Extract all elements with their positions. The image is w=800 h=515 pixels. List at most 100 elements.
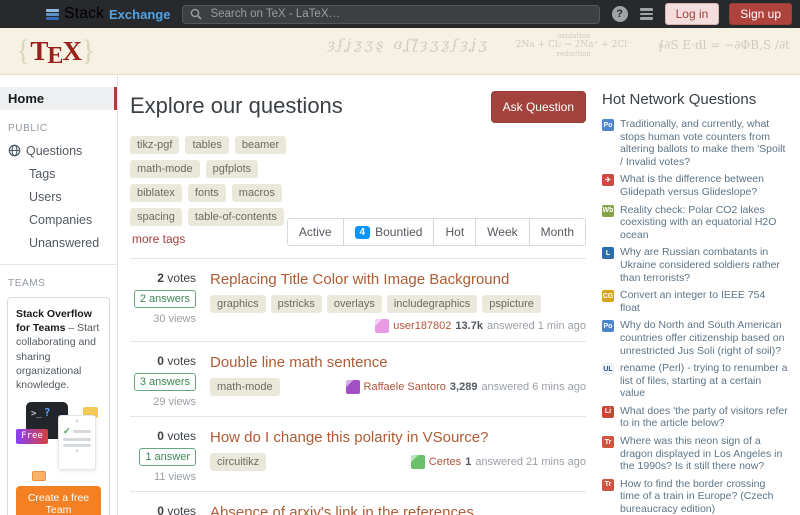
site-header: { T E X } ȝʄʝƺʒȿ ɞʆƪȝʒƺʄȝʝʒ oxidation 2N… <box>0 28 800 75</box>
sidebar-item-home[interactable]: Home <box>0 87 117 110</box>
question-user: Raffaele Santoro 3,289 answered 6 mins a… <box>346 380 586 394</box>
politics-icon: Po <box>602 320 614 332</box>
sidebar-item-companies[interactable]: Companies <box>0 208 117 231</box>
question-row: 0 votes 3 answers 29 views Double line m… <box>130 342 586 417</box>
law-icon: L <box>602 247 614 259</box>
hot-question-item[interactable]: UL rename (Perl) - trying to renumber a … <box>602 362 788 400</box>
tag-pill[interactable]: biblatex <box>130 184 182 202</box>
tab-week[interactable]: Week <box>475 219 528 245</box>
logo-letter-t: T <box>30 38 47 65</box>
hot-question-link[interactable]: Why do North and South American countrie… <box>620 319 788 357</box>
signup-button[interactable]: Sign up <box>729 3 792 25</box>
hot-question-link[interactable]: How to find the border crossing time of … <box>620 478 788 515</box>
view-count: 11 views <box>154 471 196 483</box>
question-user: user187802 13.7k answered 1 min ago <box>375 319 586 333</box>
teams-illustration: >_? Free ▲ ✓ ▼ <box>16 400 101 482</box>
ask-question-button[interactable]: Ask Question <box>491 91 586 123</box>
username-link[interactable]: user187802 <box>393 320 451 332</box>
tag-pill[interactable]: table-of-contents <box>188 208 284 226</box>
tag-pill[interactable]: pstricks <box>271 295 322 313</box>
sidebar-divider <box>0 264 117 265</box>
free-badge: Free <box>16 429 48 444</box>
tag-pill[interactable]: spacing <box>130 208 182 226</box>
site-switcher-icon[interactable] <box>638 6 655 22</box>
tex-logo[interactable]: { T E X } <box>16 36 95 66</box>
hot-question-link[interactable]: Convert an integer to IEEE 754 float <box>620 289 788 314</box>
tag-pill[interactable]: math-mode <box>210 378 280 396</box>
more-tags-link[interactable]: more tags <box>132 232 185 246</box>
tag-pill[interactable]: overlays <box>327 295 382 313</box>
tag-pill[interactable]: macros <box>232 184 282 202</box>
sidebar-item-unanswered[interactable]: Unanswered <box>0 231 117 254</box>
search-bar[interactable] <box>182 5 599 24</box>
hot-question-item[interactable]: Tr How to find the border crossing time … <box>602 478 788 515</box>
tag-pill[interactable]: beamer <box>235 136 286 154</box>
tab-active[interactable]: Active <box>288 219 343 245</box>
tag-pill[interactable]: fonts <box>188 184 226 202</box>
user-reputation: 3,289 <box>450 381 478 393</box>
question-row: 2 votes 2 answers 30 views Replacing Tit… <box>130 259 586 342</box>
hot-question-link[interactable]: Traditionally, and currently, what stops… <box>620 118 788 168</box>
tag-pill[interactable]: circuitikz <box>210 453 266 471</box>
create-team-button[interactable]: Create a free Team <box>16 486 101 515</box>
username-link[interactable]: Certes <box>429 456 461 468</box>
question-title-link[interactable]: Absence of arxiv's link in the reference… <box>210 504 586 515</box>
hot-question-item[interactable]: CG Convert an integer to IEEE 754 float <box>602 289 788 314</box>
tag-pill[interactable]: tables <box>185 136 228 154</box>
tag-pill[interactable]: graphics <box>210 295 266 313</box>
search-input[interactable] <box>208 7 591 21</box>
logo-letter-x: X <box>62 38 81 65</box>
question-filter-tabs: Active 4Bountied Hot Week Month <box>287 218 586 246</box>
tag-pill[interactable]: tikz-pgf <box>130 136 179 154</box>
logo-text-exchange: Exchange <box>109 7 170 22</box>
stackexchange-logo[interactable]: Stack Exchange <box>46 5 170 23</box>
tag-pill[interactable]: math-mode <box>130 160 200 178</box>
hot-question-item[interactable]: Tr Where was this neon sign of a dragon … <box>602 435 788 473</box>
hot-network-questions: Hot Network Questions Po Traditionally, … <box>600 75 800 515</box>
watermark-chemical-equation: 2Na + Cl₂ → 2Na⁺ + 2Cl⁻ <box>516 40 632 50</box>
question-stats: 0 votes 3 answers 29 views <box>130 354 210 408</box>
question-list: 2 votes 2 answers 30 views Replacing Tit… <box>130 258 586 515</box>
tab-month[interactable]: Month <box>529 219 585 245</box>
hot-question-link[interactable]: Where was this neon sign of a dragon dis… <box>620 435 788 473</box>
tag-pill[interactable]: includegraphics <box>387 295 477 313</box>
username-link[interactable]: Raffaele Santoro <box>364 381 446 393</box>
hot-question-item[interactable]: ✈ What is the difference between Glidepa… <box>602 173 788 198</box>
hot-question-link[interactable]: What does 'the party of visitors refer t… <box>620 405 788 430</box>
sidebar-item-questions[interactable]: Questions <box>0 139 117 162</box>
tag-pill[interactable]: pgfplots <box>206 160 259 178</box>
tab-bountied[interactable]: 4Bountied <box>343 219 434 245</box>
logo-brace-right: } <box>81 36 95 66</box>
question-title-link[interactable]: How do I change this polarity in VSource… <box>210 429 586 446</box>
hot-question-link[interactable]: Why are Russian combatants in Ukraine co… <box>620 246 788 284</box>
sidebar-item-tags[interactable]: Tags <box>0 162 117 185</box>
tab-hot[interactable]: Hot <box>433 219 475 245</box>
hot-question-item[interactable]: L Why are Russian combatants in Ukraine … <box>602 246 788 284</box>
logo-text-stack: Stack <box>64 5 104 23</box>
globe-icon <box>8 144 21 157</box>
logo-letter-e: E <box>47 44 62 68</box>
help-icon[interactable]: ? <box>612 6 628 22</box>
user-reputation: 13.7k <box>455 320 483 332</box>
answer-count: 2 answers <box>134 290 196 308</box>
hot-question-item[interactable]: Li What does 'the party of visitors refe… <box>602 405 788 430</box>
hot-question-link[interactable]: Reality check: Polar CO2 lakes coexistin… <box>620 204 788 242</box>
question-title-link[interactable]: Replacing Title Color with Image Backgro… <box>210 271 586 288</box>
watermark-integral-formula: ∮∂S E·dl = −∂ΦB,S /∂t <box>658 38 790 52</box>
watermark-oxidation-label: oxidation <box>516 32 632 40</box>
hot-question-item[interactable]: Po Why do North and South American count… <box>602 319 788 357</box>
worldbuilding-icon: Wb <box>602 205 614 217</box>
teams-promo-card: Stack Overflow for Teams – Start collabo… <box>7 297 110 515</box>
tag-pill[interactable]: pspicture <box>482 295 541 313</box>
hot-question-item[interactable]: Po Traditionally, and currently, what st… <box>602 118 788 168</box>
login-button[interactable]: Log in <box>665 3 720 25</box>
hot-question-link[interactable]: What is the difference between Glidepath… <box>620 173 788 198</box>
main-content: Explore our questions Ask Question tikz-… <box>118 75 600 515</box>
page-title: Explore our questions <box>130 93 343 119</box>
hot-questions-title: Hot Network Questions <box>602 91 788 108</box>
sidebar-item-users[interactable]: Users <box>0 185 117 208</box>
question-title-link[interactable]: Double line math sentence <box>210 354 586 371</box>
hot-question-item[interactable]: Wb Reality check: Polar CO2 lakes coexis… <box>602 204 788 242</box>
hot-question-link[interactable]: rename (Perl) - trying to renumber a lis… <box>620 362 788 400</box>
watermark-elvish-script: ȝʄʝƺʒȿ ɞʆƪȝʒƺʄȝʝʒ <box>327 37 489 53</box>
